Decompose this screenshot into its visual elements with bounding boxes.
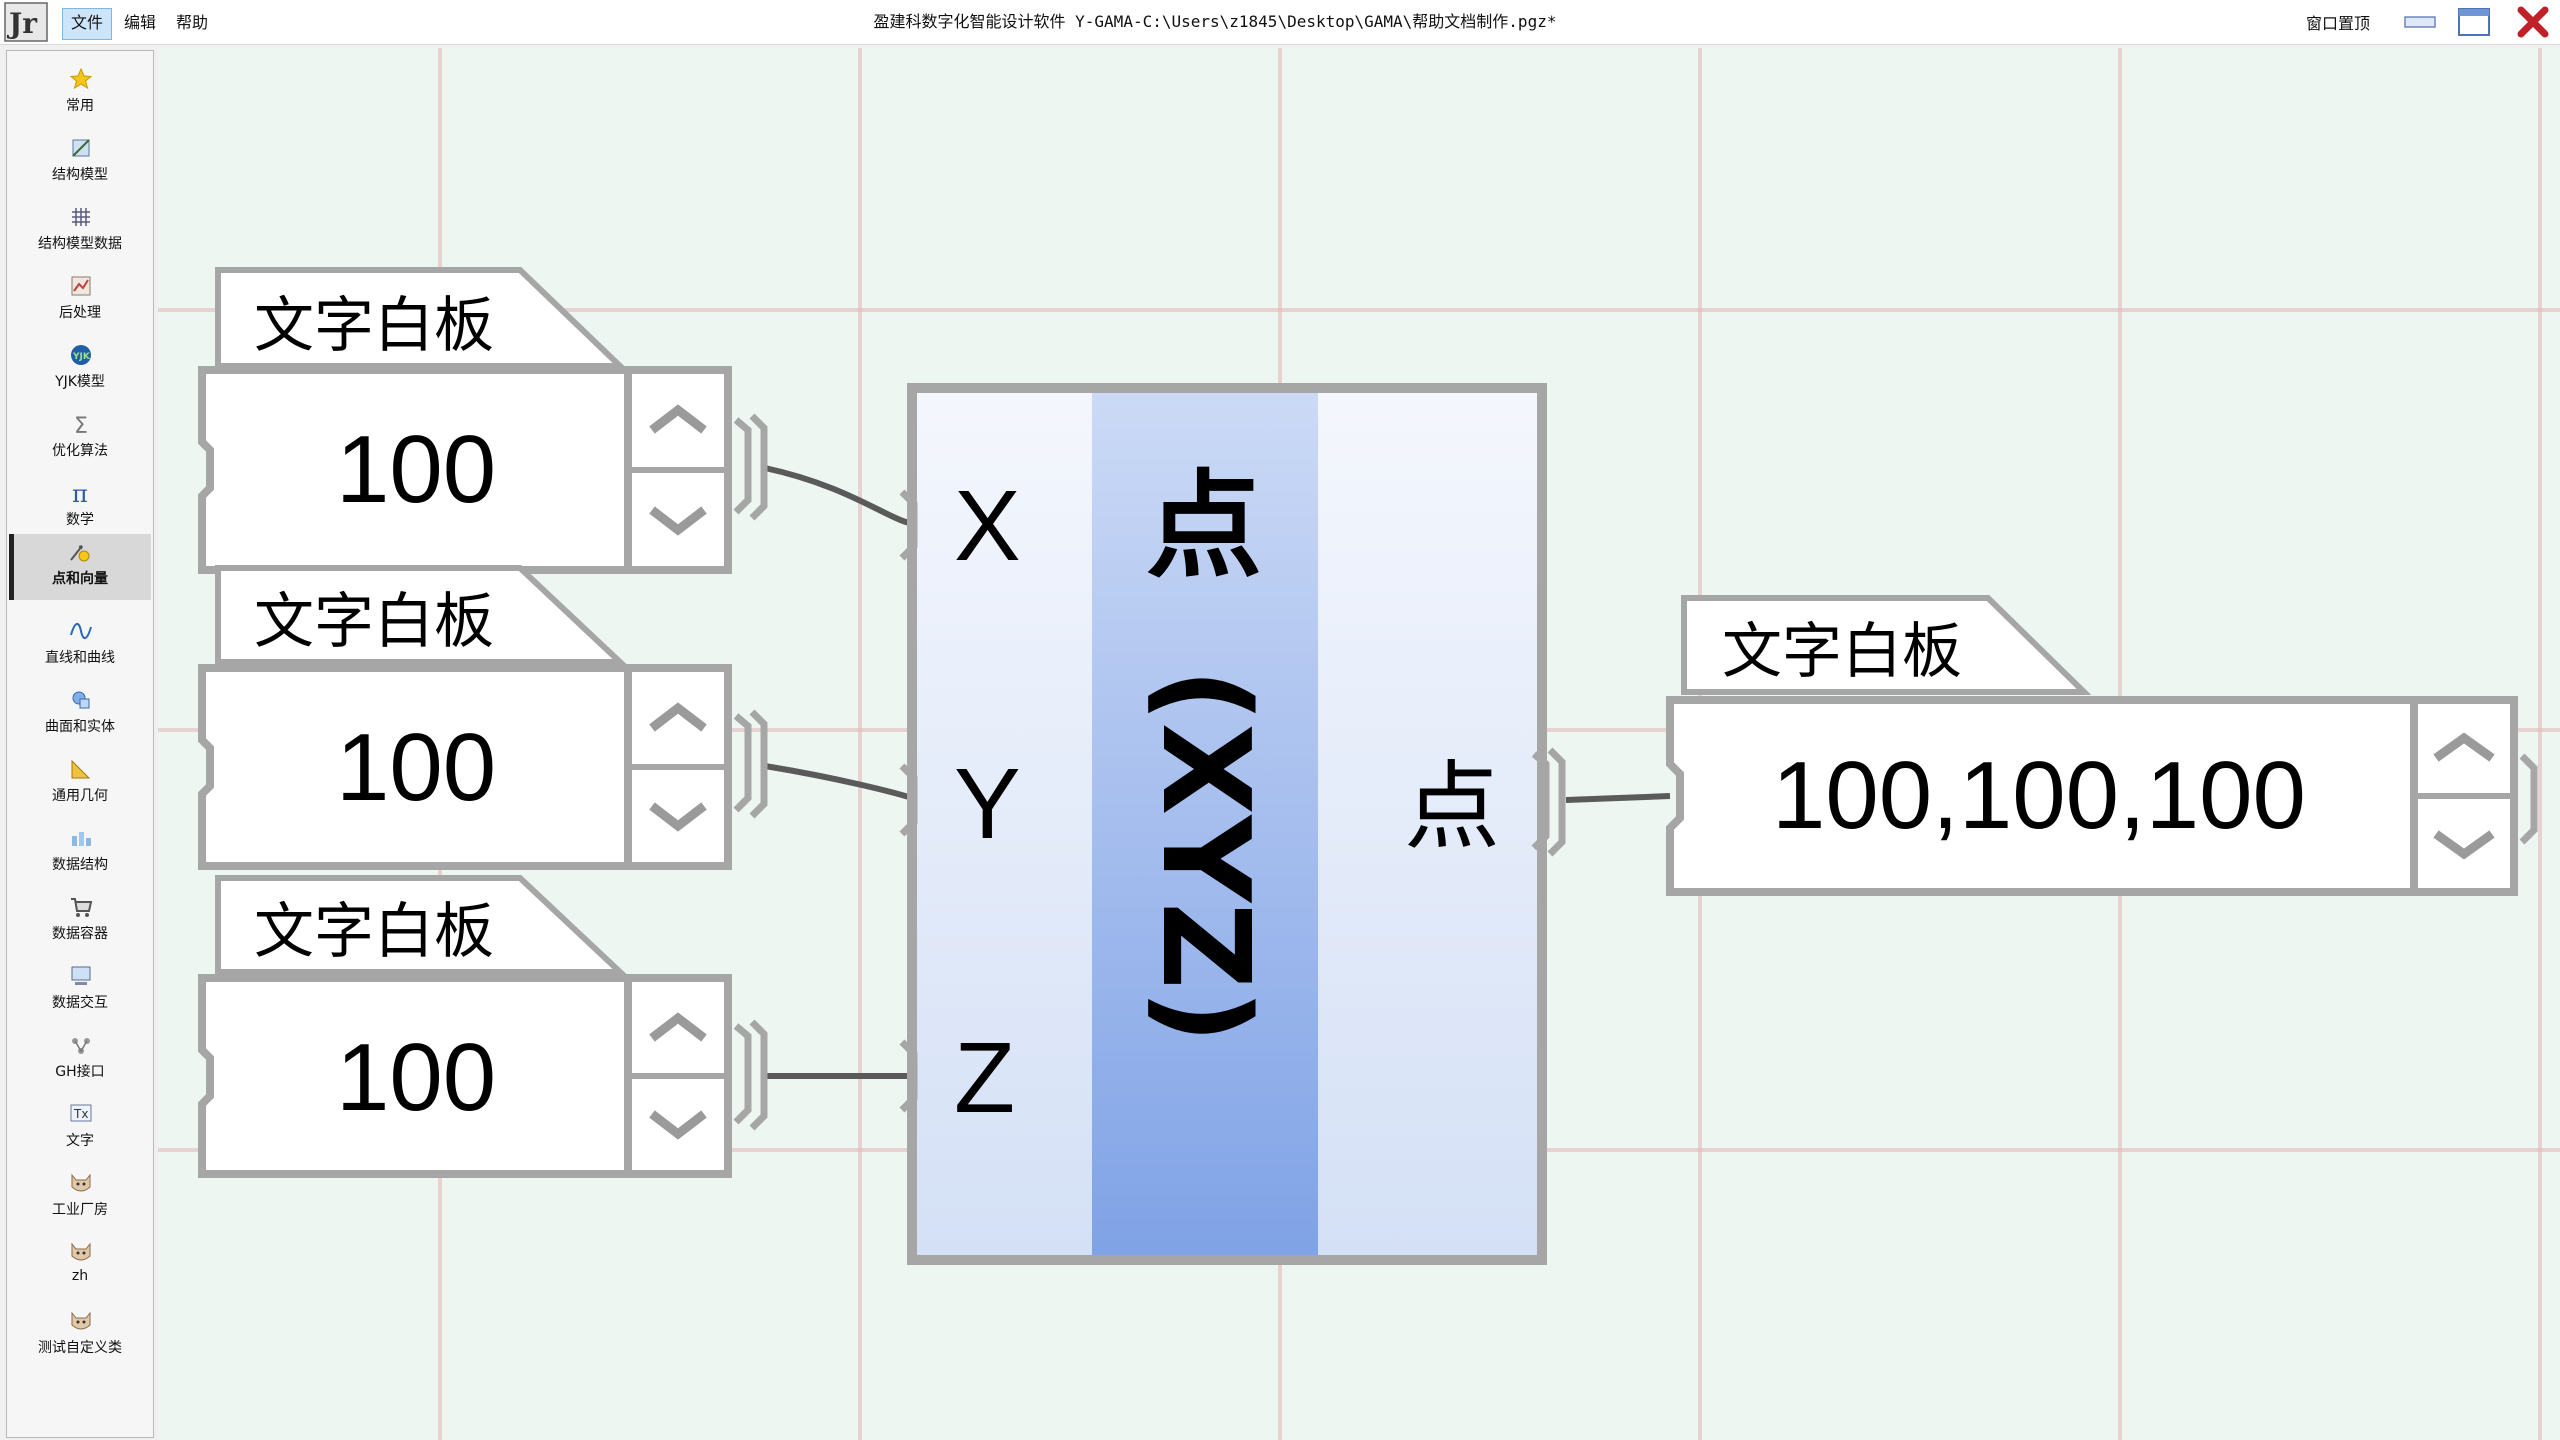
close-icon[interactable] bbox=[2516, 6, 2550, 38]
curve-icon bbox=[70, 623, 92, 639]
svg-text:Tx: Tx bbox=[73, 1107, 88, 1121]
sidebar-item-common[interactable]: 常用 bbox=[9, 61, 151, 127]
sidebar-item-label: zh bbox=[71, 1268, 89, 1284]
input-port-x[interactable]: X bbox=[954, 470, 1021, 582]
sidebar-item-label: 数据容器 bbox=[52, 926, 108, 942]
sidebar-item-surface-solid[interactable]: 曲面和实体 bbox=[9, 682, 151, 748]
text-panel-output[interactable]: 文字白板 100,100,100 bbox=[1666, 595, 2538, 896]
sidebar-item-gh-interface[interactable]: GH接口 bbox=[9, 1027, 151, 1093]
sidebar-item-general-geometry[interactable]: 通用几何 bbox=[9, 751, 151, 817]
data-structure-icon bbox=[72, 832, 91, 846]
sidebar-item-label: 工业厂房 bbox=[52, 1202, 108, 1218]
wire-x[interactable] bbox=[764, 465, 919, 527]
sidebar-item-text[interactable]: Tx 文字 bbox=[9, 1096, 151, 1162]
sidebar-item-label: GH接口 bbox=[55, 1064, 105, 1080]
component-name: 点 bbox=[1146, 459, 1262, 594]
sidebar-item-label: 数学 bbox=[66, 512, 94, 528]
sidebar-item-label: 结构模型 bbox=[52, 167, 108, 183]
sidebar-item-point-vector[interactable]: 点和向量 bbox=[9, 534, 151, 600]
component-subtitle: (XYZ) bbox=[1135, 668, 1274, 1044]
output-port-icon[interactable] bbox=[733, 1019, 768, 1131]
cat-icon bbox=[71, 1311, 91, 1330]
sidebar-item-label: YJK模型 bbox=[55, 374, 105, 390]
sidebar-item-label: 曲面和实体 bbox=[45, 719, 115, 735]
sidebar-item-label: 结构模型数据 bbox=[38, 236, 122, 252]
text-panel-input-3[interactable]: 文字白板 100 bbox=[198, 875, 768, 1178]
panel-value[interactable]: 100,100,100 bbox=[1772, 742, 2306, 849]
sidebar-item-postprocess[interactable]: 后处理 bbox=[9, 268, 151, 334]
text-icon: Tx bbox=[70, 1104, 92, 1122]
sidebar-item-math[interactable]: π 数学 bbox=[9, 475, 151, 541]
svg-text:Σ: Σ bbox=[74, 414, 88, 436]
sidebar-item-label: 后处理 bbox=[59, 305, 101, 321]
cat-icon bbox=[71, 1242, 91, 1261]
panel-tab-label: 文字白板 bbox=[254, 587, 494, 657]
sidebar-item-data-structure[interactable]: 数据结构 bbox=[9, 820, 151, 886]
sidebar-item-label: 数据结构 bbox=[52, 857, 108, 873]
grid-icon bbox=[72, 208, 90, 226]
panel-value[interactable]: 100 bbox=[336, 416, 496, 523]
sidebar-item-label: 测试自定义类 bbox=[38, 1340, 122, 1356]
surface-icon bbox=[72, 691, 90, 709]
panel-tab-label: 文字白板 bbox=[1722, 617, 1962, 687]
gh-interface-icon bbox=[72, 1038, 90, 1054]
sidebar-item-label: 通用几何 bbox=[52, 788, 108, 804]
wire-output[interactable] bbox=[1565, 793, 1671, 803]
input-port-z[interactable]: Z bbox=[954, 1022, 1015, 1134]
title-bar: Jr 文件 编辑 帮助 盈建科数字化智能设计软件 Y-GAMA-C:\Users… bbox=[0, 0, 2560, 45]
wire-y[interactable] bbox=[764, 763, 919, 803]
sidebar-item-label: 优化算法 bbox=[52, 443, 108, 459]
panel-value[interactable]: 100 bbox=[336, 714, 496, 821]
computer-icon bbox=[71, 966, 91, 985]
sidebar-item-label: 点和向量 bbox=[52, 571, 108, 587]
window-pin-button[interactable]: 窗口置顶 bbox=[2306, 10, 2370, 34]
sigma-icon: Σ bbox=[74, 414, 88, 436]
component-sidebar: 常用 结构模型 结构模型数据 后处理 YJK YJK模型 Σ 优化算法 π 数学… bbox=[6, 50, 154, 1438]
structure-model-icon bbox=[72, 139, 90, 157]
panel-value[interactable]: 100 bbox=[336, 1024, 496, 1131]
output-port-icon[interactable] bbox=[2519, 753, 2538, 845]
sidebar-item-yjk-model[interactable]: YJK YJK模型 bbox=[9, 337, 151, 403]
sidebar-item-industrial-plant[interactable]: 工业厂房 bbox=[9, 1165, 151, 1231]
cat-icon bbox=[71, 1173, 91, 1192]
svg-text:YJK: YJK bbox=[72, 352, 91, 362]
cart-icon bbox=[71, 898, 93, 917]
output-port-point[interactable]: 点 bbox=[1404, 751, 1500, 863]
yjk-icon: YJK bbox=[71, 345, 91, 365]
pi-icon: π bbox=[72, 481, 88, 505]
sidebar-item-label: 常用 bbox=[66, 98, 94, 114]
svg-text:π: π bbox=[72, 481, 88, 505]
sidebar-item-structure-model[interactable]: 结构模型 bbox=[9, 130, 151, 196]
sidebar-item-label: 直线和曲线 bbox=[45, 650, 115, 666]
point-vector-icon bbox=[70, 545, 90, 562]
sidebar-item-custom-test[interactable]: 测试自定义类 bbox=[9, 1303, 151, 1369]
triangle-ruler-icon bbox=[71, 759, 91, 779]
sidebar-item-structure-model-data[interactable]: 结构模型数据 bbox=[9, 199, 151, 265]
panel-tab-label: 文字白板 bbox=[254, 291, 494, 361]
window-title: 盈建科数字化智能设计软件 Y-GAMA-C:\Users\z1845\Deskt… bbox=[873, 12, 1557, 31]
node-canvas[interactable]: 文字白板 100 文字白板 100 文字白板 100 X Y Z 点 (XYZ)… bbox=[158, 48, 2560, 1440]
panel-tab-label: 文字白板 bbox=[254, 897, 494, 967]
sidebar-item-label: 文字 bbox=[66, 1133, 94, 1149]
output-port-icon[interactable] bbox=[733, 709, 768, 819]
postprocess-icon bbox=[71, 276, 91, 296]
sidebar-item-data-container[interactable]: 数据容器 bbox=[9, 889, 151, 955]
sidebar-item-line-curve[interactable]: 直线和曲线 bbox=[9, 613, 151, 679]
sidebar-item-label: 数据交互 bbox=[52, 995, 108, 1011]
maximize-icon[interactable] bbox=[2458, 8, 2490, 36]
output-port-icon[interactable] bbox=[733, 413, 768, 521]
text-panel-input-2[interactable]: 文字白板 100 bbox=[198, 565, 768, 870]
sidebar-item-data-exchange[interactable]: 数据交互 bbox=[9, 958, 151, 1024]
input-port-y[interactable]: Y bbox=[954, 748, 1021, 860]
minimize-icon[interactable] bbox=[2404, 14, 2436, 30]
text-panel-input-1[interactable]: 文字白板 100 bbox=[198, 267, 768, 574]
star-icon bbox=[69, 67, 93, 90]
point-xyz-component[interactable]: X Y Z 点 (XYZ) 点 bbox=[899, 383, 1566, 1265]
sidebar-item-zh[interactable]: zh bbox=[9, 1234, 151, 1300]
sidebar-item-optimization[interactable]: Σ 优化算法 bbox=[9, 406, 151, 472]
